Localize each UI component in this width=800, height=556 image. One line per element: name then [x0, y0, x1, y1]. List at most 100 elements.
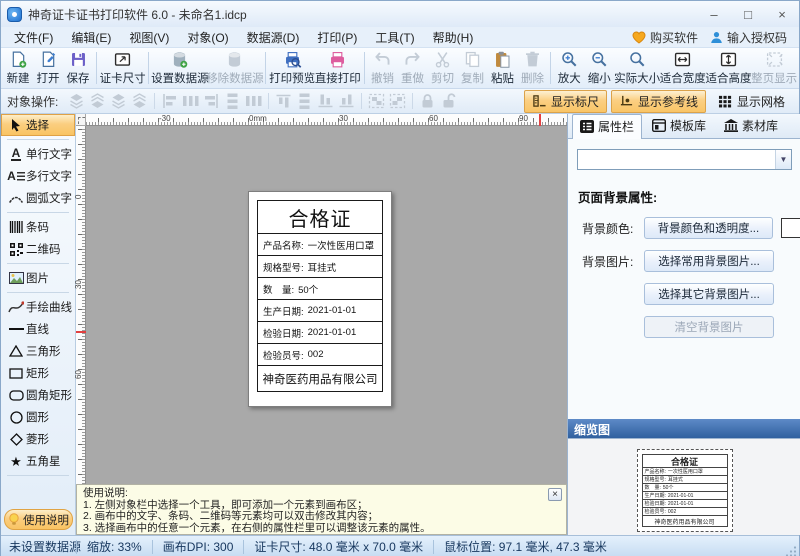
bg-color-swatch[interactable]	[781, 218, 800, 238]
actual-size-button[interactable]: 实际大小	[614, 49, 660, 87]
choose-other-bg-button[interactable]: 选择其它背景图片...	[644, 283, 774, 305]
minimize-button[interactable]: –	[697, 1, 731, 27]
send-backward-icon	[130, 92, 149, 110]
maximize-button[interactable]: □	[731, 1, 765, 27]
menu-bar: 文件(F) 编辑(E) 视图(V) 对象(O) 数据源(D) 打印(P) 工具(…	[1, 27, 799, 48]
tool-multi-line-text[interactable]: A 多行文字	[1, 165, 75, 187]
zoom-out-button[interactable]: 缩小	[584, 49, 614, 87]
new-button[interactable]: 新建	[3, 49, 33, 87]
align-vcenter-icon	[296, 92, 314, 111]
tool-qrcode[interactable]: 二维码	[1, 238, 75, 260]
tool-star[interactable]: ★ 五角星	[1, 450, 75, 472]
menu-object[interactable]: 对象(O)	[178, 27, 237, 48]
tab-properties[interactable]: 属性栏	[572, 114, 642, 139]
bg-image-label: 背景图片:	[582, 253, 644, 270]
certificate-card[interactable]: 合格证 产品名称:一次性医用口罩 规格型号:耳挂式 数 量:50个 生产日期:2…	[248, 191, 392, 407]
tool-triangle[interactable]: 三角形	[1, 340, 75, 362]
card-size-icon	[112, 50, 133, 69]
bring-forward-icon	[109, 92, 128, 110]
tool-diamond[interactable]: 菱形	[1, 428, 75, 450]
certificate-row[interactable]: 规格型号:耳挂式	[257, 255, 383, 278]
thumbnail-card[interactable]: 合格证 产品名称:一次性医用口罩 规格型号:耳挂式 数 量:50个 生产日期:2…	[637, 449, 733, 532]
resize-grip[interactable]	[785, 545, 797, 556]
properties-tab-icon	[580, 120, 594, 133]
canvas-area[interactable]: -30 0mm 30 60 90 0 30 60 合格证 产品名称:一次性医用口…	[76, 114, 567, 484]
tool-sidebar: 选择 A 单行文字 A 多行文字 圆弧文字 条码 二维码 图片	[1, 114, 76, 535]
title-bar: 神奇证卡证书打印软件 6.0 - 未命名1.idcp – □ ×	[1, 1, 799, 27]
redo-button: 重做	[397, 49, 427, 87]
bg-color-button[interactable]: 背景颜色和透明度...	[644, 217, 773, 239]
paste-icon	[492, 50, 513, 69]
tool-rounded-rect[interactable]: 圆角矩形	[1, 384, 75, 406]
barcode-icon	[6, 221, 26, 233]
diamond-icon	[6, 433, 26, 446]
certificate-row[interactable]: 产品名称:一次性医用口罩	[257, 233, 383, 256]
ruler-corner	[76, 114, 86, 126]
tool-single-line-text[interactable]: A 单行文字	[1, 143, 75, 165]
tool-barcode[interactable]: 条码	[1, 216, 75, 238]
set-datasource-button[interactable]: 设置数据源	[152, 49, 207, 87]
app-logo-icon	[7, 7, 22, 22]
direct-print-button[interactable]: 直接打印	[315, 49, 361, 87]
open-file-icon	[38, 50, 59, 69]
card-size-button[interactable]: 证卡尺寸	[100, 49, 146, 87]
save-button[interactable]: 保存	[63, 49, 93, 87]
menu-view[interactable]: 视图(V)	[120, 27, 178, 48]
material-library-icon	[724, 119, 738, 132]
object-selector-combobox[interactable]: ▼	[577, 149, 792, 170]
properties-body: ▼ 页面背景属性: 背景颜色: 背景颜色和透明度... 背景图片: 选择常用背景…	[568, 139, 800, 535]
buy-software-button[interactable]: 购买软件	[632, 29, 698, 46]
paste-button[interactable]: 粘贴	[487, 49, 517, 87]
fit-height-button[interactable]: 适合高度	[706, 49, 752, 87]
certificate-row[interactable]: 生产日期:2021-01-01	[257, 299, 383, 322]
canvas-view[interactable]: 合格证 产品名称:一次性医用口罩 规格型号:耳挂式 数 量:50个 生产日期:2…	[86, 126, 567, 484]
menu-file[interactable]: 文件(F)	[5, 27, 62, 48]
menu-help[interactable]: 帮助(H)	[424, 27, 483, 48]
tool-freehand-curve[interactable]: 手绘曲线	[1, 296, 75, 318]
tab-template-library[interactable]: 模板库	[644, 113, 714, 138]
help-title: 使用说明:	[83, 488, 560, 500]
triangle-icon	[6, 345, 26, 357]
delete-icon	[522, 50, 543, 69]
certificate-row[interactable]: 数 量:50个	[257, 277, 383, 300]
cut-icon	[432, 50, 453, 69]
choose-common-bg-button[interactable]: 选择常用背景图片...	[644, 250, 774, 272]
certificate-row[interactable]: 检验日期:2021-01-01	[257, 321, 383, 344]
usage-help-button[interactable]: 使用说明	[4, 509, 73, 530]
tool-arc-text[interactable]: 圆弧文字	[1, 187, 75, 209]
certificate-title[interactable]: 合格证	[257, 200, 383, 234]
ruler-icon	[532, 94, 547, 108]
menu-tools[interactable]: 工具(T)	[366, 27, 423, 48]
align-hcenter-icon	[181, 92, 200, 110]
zoom-in-button[interactable]: 放大	[554, 49, 584, 87]
show-ruler-toggle[interactable]: 显示标尺	[524, 90, 607, 113]
open-button[interactable]: 打开	[33, 49, 63, 87]
status-card-size: 证卡尺寸: 48.0 毫米 x 70.0 毫米	[244, 538, 433, 555]
menu-print[interactable]: 打印(P)	[308, 27, 366, 48]
bring-to-front-icon	[67, 92, 86, 110]
tool-select[interactable]: 选择	[1, 114, 75, 136]
status-mouse-position: 鼠标位置: 97.1 毫米, 47.3 毫米	[434, 538, 617, 555]
print-preview-button[interactable]: 打印预览	[269, 49, 315, 87]
show-guides-toggle[interactable]: 显示参考线	[611, 90, 706, 113]
menu-datasource[interactable]: 数据源(D)	[238, 27, 309, 48]
enter-license-button[interactable]: 输入授权码	[710, 29, 787, 46]
certificate-row[interactable]: 检验员号:002	[257, 343, 383, 366]
tool-circle[interactable]: 圆形	[1, 406, 75, 428]
set-datasource-icon	[169, 50, 190, 69]
direct-print-icon	[327, 50, 348, 69]
certificate-footer[interactable]: 神奇医药用品有限公司	[257, 365, 383, 392]
tool-rectangle[interactable]: 矩形	[1, 362, 75, 384]
tool-line[interactable]: 直线	[1, 318, 75, 340]
freehand-curve-icon	[6, 301, 26, 314]
show-grid-toggle[interactable]: 显示网格	[710, 90, 793, 113]
tool-image[interactable]: 图片	[1, 267, 75, 289]
tab-material-library[interactable]: 素材库	[716, 113, 786, 138]
fit-width-button[interactable]: 适合宽度	[660, 49, 706, 87]
chevron-down-icon[interactable]: ▼	[775, 150, 791, 169]
close-button[interactable]: ×	[765, 1, 799, 27]
help-close-icon[interactable]: ×	[548, 488, 562, 501]
multi-line-text-icon: A	[6, 169, 26, 183]
menu-edit[interactable]: 编辑(E)	[62, 27, 120, 48]
line-icon	[6, 327, 26, 331]
